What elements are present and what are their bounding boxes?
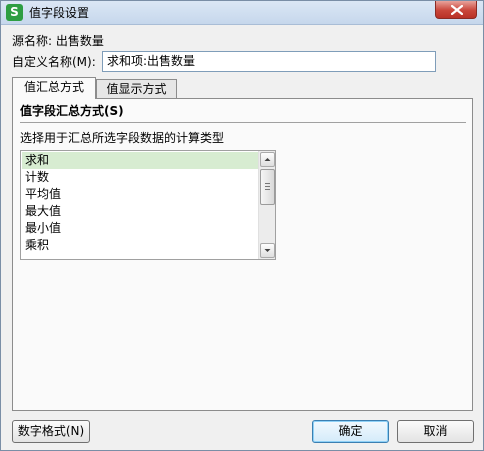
list-item[interactable]: 最大值 bbox=[22, 203, 258, 220]
grip-line bbox=[265, 183, 270, 184]
list-scrollbar[interactable] bbox=[258, 151, 275, 259]
scroll-up-button[interactable] bbox=[260, 152, 275, 167]
section-title: 值字段汇总方式(S) bbox=[20, 104, 124, 118]
custom-name-label: 自定义名称(M): bbox=[12, 55, 96, 69]
source-name-label: 源名称: bbox=[12, 34, 53, 48]
calculation-type-list[interactable]: 求和 计数 平均值 最大值 最小值 乘积 bbox=[20, 150, 276, 260]
source-name-row: 源名称: 出售数量 bbox=[12, 33, 104, 49]
custom-name-input[interactable]: 求和项:出售数量 bbox=[102, 51, 436, 72]
close-icon bbox=[451, 5, 463, 15]
wps-spreadsheet-icon: S bbox=[6, 4, 23, 21]
calculation-type-prompt: 选择用于汇总所选字段数据的计算类型 bbox=[20, 131, 225, 145]
list-item[interactable]: 最小值 bbox=[22, 220, 258, 237]
grip-line bbox=[265, 186, 270, 187]
scroll-down-button[interactable] bbox=[260, 243, 275, 258]
cancel-button[interactable]: 取消 bbox=[397, 420, 474, 443]
list-item[interactable]: 乘积 bbox=[22, 237, 258, 254]
number-format-button[interactable]: 数字格式(N) bbox=[12, 420, 90, 443]
close-button[interactable] bbox=[435, 1, 477, 19]
summarize-panel: 值字段汇总方式(S) 选择用于汇总所选字段数据的计算类型 求和 计数 平均值 最… bbox=[12, 98, 473, 411]
list-item[interactable]: 平均值 bbox=[22, 186, 258, 203]
value-field-settings-dialog: S 值字段设置 源名称: 出售数量 自定义名称(M): 求和项:出售数量 值汇总… bbox=[0, 0, 484, 451]
list-item[interactable]: 计数 bbox=[22, 169, 258, 186]
scroll-thumb[interactable] bbox=[260, 169, 275, 205]
arrow-up-icon bbox=[264, 158, 271, 161]
title-bar: S 值字段设置 bbox=[1, 1, 483, 25]
list-item[interactable]: 求和 bbox=[22, 152, 258, 169]
ok-button[interactable]: 确定 bbox=[312, 420, 389, 443]
source-name-value: 出售数量 bbox=[55, 34, 104, 48]
section-divider bbox=[20, 122, 466, 123]
arrow-down-icon bbox=[264, 249, 271, 252]
tab-summarize-by[interactable]: 值汇总方式 bbox=[12, 77, 96, 99]
grip-line bbox=[265, 189, 270, 190]
tab-show-values-as[interactable]: 值显示方式 bbox=[96, 79, 177, 99]
dialog-title: 值字段设置 bbox=[29, 6, 90, 20]
